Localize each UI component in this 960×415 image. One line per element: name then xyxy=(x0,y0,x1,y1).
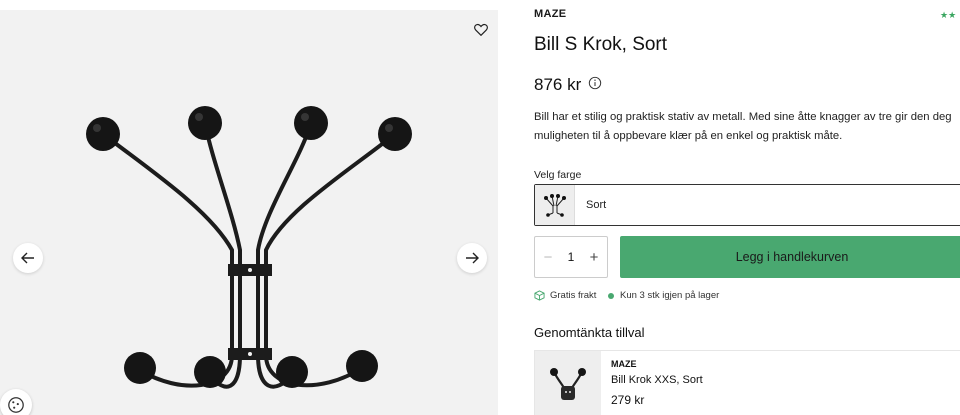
addon-image[interactable] xyxy=(535,351,601,415)
package-icon xyxy=(534,290,545,301)
addon-item[interactable]: MAZE Bill Krok XXS, Sort 279 kr xyxy=(534,350,960,415)
addon-name[interactable]: Bill Krok XXS, Sort xyxy=(611,374,703,386)
favorite-button[interactable] xyxy=(470,18,492,40)
stock-text: Kun 3 stk igjen på lager xyxy=(620,290,720,301)
free-shipping-text: Gratis frakt xyxy=(550,290,597,301)
addon-price: 279 kr xyxy=(611,393,645,407)
product-price: 876 kr xyxy=(534,75,582,94)
product-brand[interactable]: MAZE xyxy=(534,8,566,20)
description-line: muligheten til å oppbevare klær på en en… xyxy=(534,130,843,142)
cookie-settings-button[interactable] xyxy=(0,389,32,415)
addon-info: MAZE Bill Krok XXS, Sort 279 kr xyxy=(611,351,703,415)
increase-quantity-button[interactable]: + xyxy=(587,247,601,267)
arrow-left-icon xyxy=(21,252,34,264)
free-shipping-info: Gratis frakt xyxy=(534,290,596,301)
arrow-right-icon xyxy=(466,252,479,264)
product-image xyxy=(86,106,412,389)
heart-icon xyxy=(474,23,488,36)
add-to-cart-button[interactable]: Legg i handlekurven xyxy=(620,236,960,278)
rating-stars[interactable]: ★★ xyxy=(940,10,956,21)
color-thumbnail xyxy=(535,185,575,225)
addon-product-image xyxy=(550,368,586,400)
addon-brand: MAZE xyxy=(611,359,637,369)
decrease-quantity-button[interactable]: − xyxy=(541,247,555,267)
cookie-icon xyxy=(8,397,24,413)
stock-info: Kun 3 stk igjen på lager xyxy=(608,290,719,301)
product-gallery xyxy=(0,10,498,415)
next-image-button[interactable] xyxy=(457,243,487,273)
selected-color: Sort xyxy=(586,199,607,211)
color-picker-label: Velg farge xyxy=(534,169,582,181)
product-description: Bill har et stilig og praktisk stativ av… xyxy=(534,108,960,146)
quantity-stepper: − 1 + xyxy=(534,236,608,278)
addons-heading: Genomtänkta tillval xyxy=(534,325,645,340)
info-icon[interactable] xyxy=(588,76,602,90)
color-select[interactable]: Sort xyxy=(534,184,960,226)
product-title: Bill S Krok, Sort xyxy=(534,34,668,55)
stock-status-dot xyxy=(608,292,614,299)
color-swatch-image xyxy=(543,194,566,217)
quantity-value[interactable]: 1 xyxy=(568,250,575,264)
previous-image-button[interactable] xyxy=(13,243,43,273)
description-line: Bill har et stilig og praktisk stativ av… xyxy=(534,111,952,123)
